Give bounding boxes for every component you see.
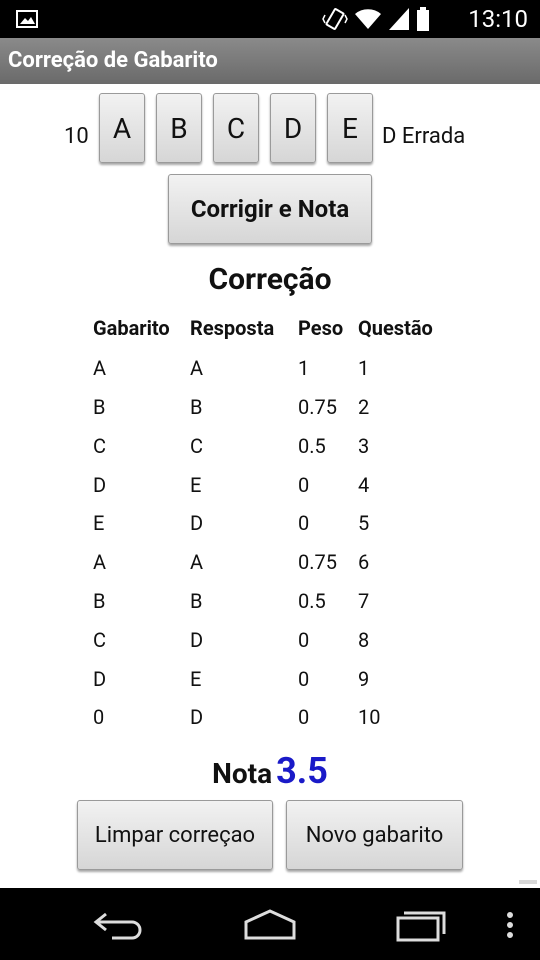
- new-answer-key-button[interactable]: Novo gabarito: [286, 800, 463, 870]
- cell-peso: 0.5: [298, 434, 326, 458]
- cell-peso: 0.75: [298, 550, 337, 574]
- recents-icon[interactable]: [394, 906, 450, 942]
- cell-gabarito: D: [93, 667, 107, 691]
- cell-questao: 9: [358, 667, 370, 691]
- cell-resposta: E: [190, 667, 202, 691]
- app-title: Correção de Gabarito: [8, 48, 218, 73]
- option-c-button[interactable]: C: [213, 93, 259, 163]
- cell-questao: 7: [358, 589, 370, 613]
- clear-correction-button[interactable]: Limpar correçao: [77, 800, 273, 870]
- cell-peso: 1: [298, 356, 310, 380]
- signal-icon: [389, 8, 409, 30]
- option-d-button[interactable]: D: [270, 93, 316, 163]
- cell-peso: 0: [298, 667, 310, 691]
- cell-peso: 0: [298, 511, 310, 535]
- cell-gabarito: B: [93, 589, 106, 613]
- section-title: Correção: [208, 262, 332, 297]
- cell-questao: 6: [358, 550, 370, 574]
- home-icon[interactable]: [242, 908, 298, 940]
- score: Nota 3.5: [0, 750, 540, 792]
- cell-resposta: E: [190, 473, 202, 497]
- cell-peso: 0.5: [298, 589, 326, 613]
- cell-questao: 10: [358, 705, 381, 729]
- cell-resposta: D: [190, 705, 204, 729]
- cell-gabarito: C: [93, 434, 107, 458]
- navigation-bar: [0, 888, 540, 960]
- cell-questao: 8: [358, 628, 370, 652]
- option-e-button[interactable]: E: [327, 93, 373, 163]
- cell-peso: 0: [298, 628, 310, 652]
- header-peso: Peso: [298, 316, 344, 340]
- cell-questao: 5: [358, 511, 370, 535]
- cell-gabarito: E: [93, 511, 105, 535]
- system-icons: [322, 6, 430, 32]
- score-label: Nota: [212, 757, 273, 790]
- answer-status: D Errada: [382, 124, 466, 149]
- cell-questao: 4: [358, 473, 370, 497]
- vibrate-icon: [322, 8, 348, 30]
- cell-gabarito: 0: [93, 705, 105, 729]
- cell-gabarito: A: [93, 356, 107, 380]
- cell-gabarito: C: [93, 628, 107, 652]
- correct-and-grade-button[interactable]: Corrigir e Nota: [168, 174, 372, 244]
- wifi-icon: [355, 9, 381, 29]
- cell-peso: 0: [298, 473, 310, 497]
- back-icon[interactable]: [92, 908, 148, 940]
- cell-peso: 0: [298, 705, 310, 729]
- cell-gabarito: B: [93, 395, 106, 419]
- cell-gabarito: D: [93, 473, 107, 497]
- option-b-button[interactable]: B: [156, 93, 202, 163]
- gallery-icon: [16, 10, 38, 28]
- cell-questao: 3: [358, 434, 370, 458]
- cell-resposta: D: [190, 628, 204, 652]
- status-bar: 13:10: [0, 0, 540, 38]
- header-questao: Questão: [358, 316, 433, 340]
- cell-peso: 0.75: [298, 395, 337, 419]
- cell-resposta: C: [190, 434, 204, 458]
- scroll-indicator: [519, 880, 537, 884]
- cell-gabarito: A: [93, 550, 107, 574]
- menu-icon[interactable]: [504, 910, 516, 940]
- cell-resposta: A: [190, 550, 204, 574]
- question-number: 10: [64, 124, 89, 149]
- score-value: 3.5: [276, 750, 328, 792]
- cell-questao: 1: [358, 356, 370, 380]
- battery-icon: [417, 7, 429, 31]
- cell-questao: 2: [358, 395, 370, 419]
- app-title-bar: Correção de Gabarito: [0, 38, 540, 84]
- header-gabarito: Gabarito: [93, 316, 170, 340]
- cell-resposta: D: [190, 511, 204, 535]
- cell-resposta: B: [190, 589, 203, 613]
- option-a-button[interactable]: A: [99, 93, 145, 163]
- cell-resposta: A: [190, 356, 204, 380]
- cell-resposta: B: [190, 395, 203, 419]
- header-resposta: Resposta: [190, 316, 275, 340]
- status-time: 13:10: [468, 5, 528, 33]
